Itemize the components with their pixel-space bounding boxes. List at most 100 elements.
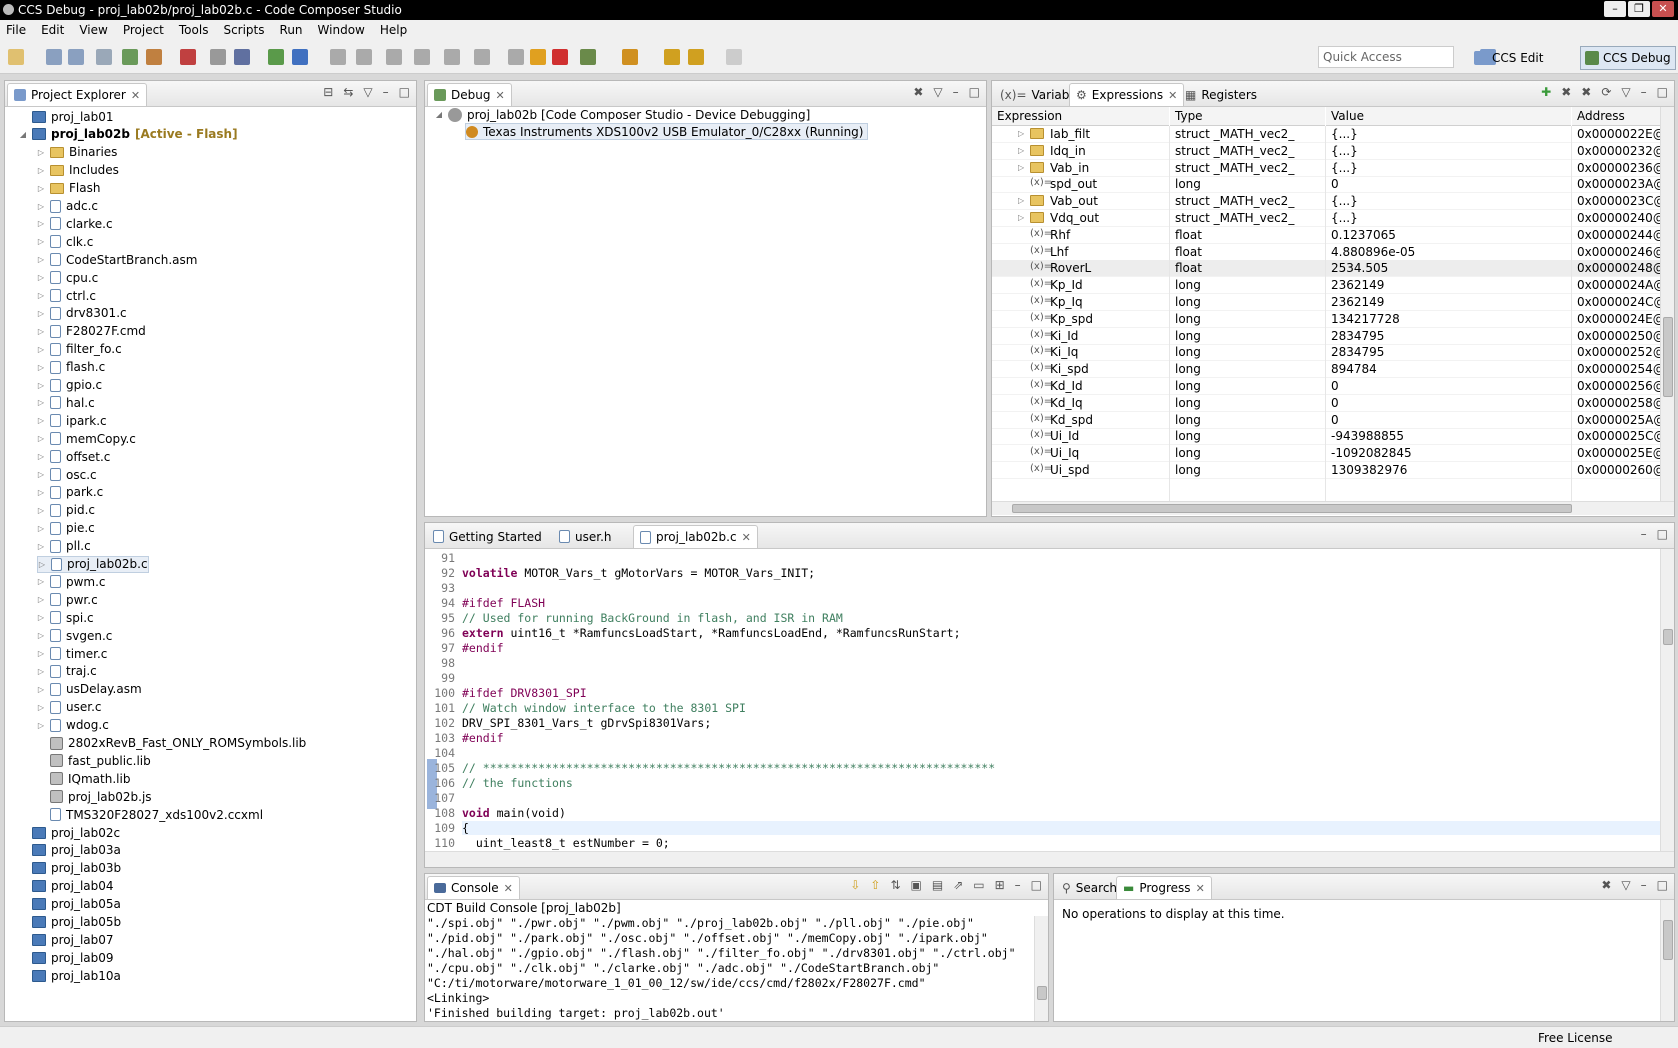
tab-getting-started[interactable]: Getting Started	[427, 525, 548, 548]
editor-hscroll[interactable]	[425, 851, 1674, 867]
new-icon[interactable]	[8, 49, 24, 65]
project-tree-item[interactable]: ▷ Includes	[37, 162, 119, 179]
terminate-icon[interactable]	[444, 49, 460, 65]
collapsed-icon[interactable]: ▷	[37, 470, 45, 479]
project-tree-item[interactable]: ▷ spi.c	[37, 609, 94, 626]
expression-row[interactable]: (x)= Lhf float 4.880896e-05 0x00000246@Da	[992, 244, 1674, 261]
collapsed-icon[interactable]: ▷	[37, 273, 45, 282]
tab-proj-lab02b-c[interactable]: proj_lab02b.c ✕	[633, 525, 758, 548]
collapsed-icon[interactable]: ▷	[37, 291, 45, 300]
flash-icon[interactable]	[146, 49, 162, 65]
pin-icon[interactable]: ⇗	[953, 878, 963, 892]
code-line[interactable]: {	[462, 821, 1660, 835]
project-tree-item[interactable]: ▷ Flash	[37, 180, 101, 197]
project-tree-item[interactable]: ▷ clk.c	[37, 233, 93, 250]
tab-console[interactable]: Console ✕	[427, 876, 520, 899]
project-tree-item[interactable]: ▷ offset.c	[37, 448, 110, 465]
project-tree-item[interactable]: ▷ proj_lab02b.c	[37, 555, 149, 573]
project-tree-item[interactable]: ▷ gpio.c	[37, 377, 102, 394]
perspective-ccs-debug[interactable]: CCS Debug	[1580, 46, 1676, 70]
console-vscroll[interactable]	[1034, 916, 1048, 1021]
restart-icon[interactable]	[414, 49, 430, 65]
project-tree-item[interactable]: proj_lab04	[19, 878, 114, 895]
project-tree-item[interactable]: ▷ pie.c	[37, 520, 95, 537]
step-over-icon[interactable]	[330, 49, 346, 65]
maximize-icon[interactable]: □	[399, 85, 410, 99]
minimize-icon[interactable]: –	[1641, 85, 1647, 99]
maximize-icon[interactable]: □	[1657, 527, 1668, 541]
project-tree-item[interactable]: ▷ park.c	[37, 484, 103, 501]
expression-row[interactable]: ▷ Vab_out struct _MATH_vec2_ {...} 0x0000023…	[992, 193, 1674, 211]
collapsed-icon[interactable]: ▷	[37, 202, 45, 211]
new-console-icon[interactable]: ⊞	[995, 878, 1005, 892]
project-tree-item[interactable]: ▷ pwr.c	[37, 591, 98, 608]
menu-tools[interactable]: Tools	[179, 23, 209, 37]
maximize-icon[interactable]: □	[1031, 878, 1042, 892]
project-tree-item[interactable]: IQmath.lib	[37, 770, 130, 787]
collapsed-icon[interactable]: ▷	[37, 613, 45, 622]
minimize-button[interactable]: –	[1604, 1, 1626, 17]
close-icon[interactable]: ✕	[742, 531, 751, 544]
project-tree-item[interactable]: proj_lab07	[19, 931, 114, 948]
restore-button[interactable]: ❐	[1628, 1, 1650, 17]
collapsed-icon[interactable]: ▷	[37, 434, 45, 443]
quick-access-input[interactable]: Quick Access	[1318, 46, 1454, 68]
project-tree-item[interactable]: ▷ osc.c	[37, 466, 97, 483]
view-menu-icon[interactable]: ▽	[933, 85, 942, 99]
project-tree-item[interactable]: ▷ traj.c	[37, 663, 97, 680]
disconnect-icon[interactable]	[210, 49, 226, 65]
project-tree-item[interactable]: proj_lab05b	[19, 914, 121, 931]
project-tree-item[interactable]: ▷ svgen.c	[37, 627, 112, 644]
scroll-lock-icon[interactable]: ⇅	[890, 878, 900, 892]
expression-row[interactable]: (x)= RoverL float 2534.505 0x00000248@Da	[992, 260, 1674, 278]
minimize-icon[interactable]: –	[1015, 878, 1021, 892]
clear-console-icon[interactable]: ▤	[932, 878, 943, 892]
close-icon[interactable]: ✕	[1196, 882, 1205, 895]
maximize-icon[interactable]: □	[1657, 878, 1668, 892]
column-value[interactable]: Value	[1326, 107, 1571, 126]
collapsed-icon[interactable]: ▷	[1018, 196, 1024, 205]
minimize-icon[interactable]: –	[383, 85, 389, 99]
scroll-thumb[interactable]	[1663, 629, 1673, 645]
save-icon[interactable]	[46, 49, 62, 65]
minimize-icon[interactable]: –	[953, 85, 959, 99]
collapsed-icon[interactable]: ▷	[37, 524, 45, 533]
project-tree-item[interactable]: ▷ wdog.c	[37, 717, 109, 734]
back-icon[interactable]	[664, 49, 680, 65]
editor-vscroll[interactable]	[1660, 549, 1674, 851]
menu-view[interactable]: View	[79, 23, 107, 37]
collapsed-icon[interactable]: ▷	[37, 595, 45, 604]
expression-row[interactable]: (x)= Kd_spd long 0 0x0000025A@Da	[992, 412, 1674, 429]
collapsed-icon[interactable]: ▷	[37, 542, 45, 551]
project-tree-item[interactable]: proj_lab03b	[19, 860, 121, 877]
view-menu-icon[interactable]: ▽	[1621, 85, 1630, 99]
code-line[interactable]: // the functions	[462, 776, 573, 790]
remove-terminated-icon[interactable]: ✖	[913, 85, 923, 99]
arrow-up-icon[interactable]: ⇧	[870, 878, 880, 892]
project-tree-item[interactable]: ◢ proj_lab02b [Active - Flash]	[19, 126, 238, 143]
scroll-thumb[interactable]	[1663, 920, 1673, 960]
progress-vscroll[interactable]	[1660, 900, 1674, 1021]
tab-search[interactable]: ⚲ Search	[1056, 876, 1123, 899]
step-return-icon[interactable]	[474, 49, 490, 65]
project-tree-item[interactable]: ▷ adc.c	[37, 198, 98, 215]
project-tree-item[interactable]: ▷ clarke.c	[37, 215, 113, 232]
code-line[interactable]: #ifdef FLASH	[462, 596, 545, 610]
expression-row[interactable]: (x)= spd_out long 0 0x0000023A@Da	[992, 176, 1674, 194]
column-address[interactable]: Address	[1572, 107, 1662, 126]
expression-row[interactable]: ▷ Vab_in struct _MATH_vec2_ {...} 0x00000236…	[992, 160, 1674, 177]
project-tree-item[interactable]: proj_lab02b.js	[37, 788, 152, 805]
reset-icon[interactable]	[386, 49, 402, 65]
collapsed-icon[interactable]: ▷	[37, 363, 45, 372]
tab-registers[interactable]: ▦ Registers	[1179, 83, 1263, 106]
project-tree-item[interactable]: proj_lab10a	[19, 967, 121, 984]
close-icon[interactable]: ✕	[495, 89, 504, 102]
code-line[interactable]: // *************************************…	[462, 761, 995, 775]
project-tree-item[interactable]: ▷ F28027F.cmd	[37, 323, 146, 340]
collapsed-icon[interactable]: ▷	[37, 327, 45, 336]
menu-run[interactable]: Run	[280, 23, 303, 37]
project-tree-item[interactable]: ▷ cpu.c	[37, 269, 98, 286]
project-tree-item[interactable]: ▷ drv8301.c	[37, 305, 127, 322]
code-line[interactable]: #ifdef DRV8301_SPI	[462, 686, 587, 700]
project-tree-item[interactable]: ▷ ctrl.c	[37, 287, 96, 304]
